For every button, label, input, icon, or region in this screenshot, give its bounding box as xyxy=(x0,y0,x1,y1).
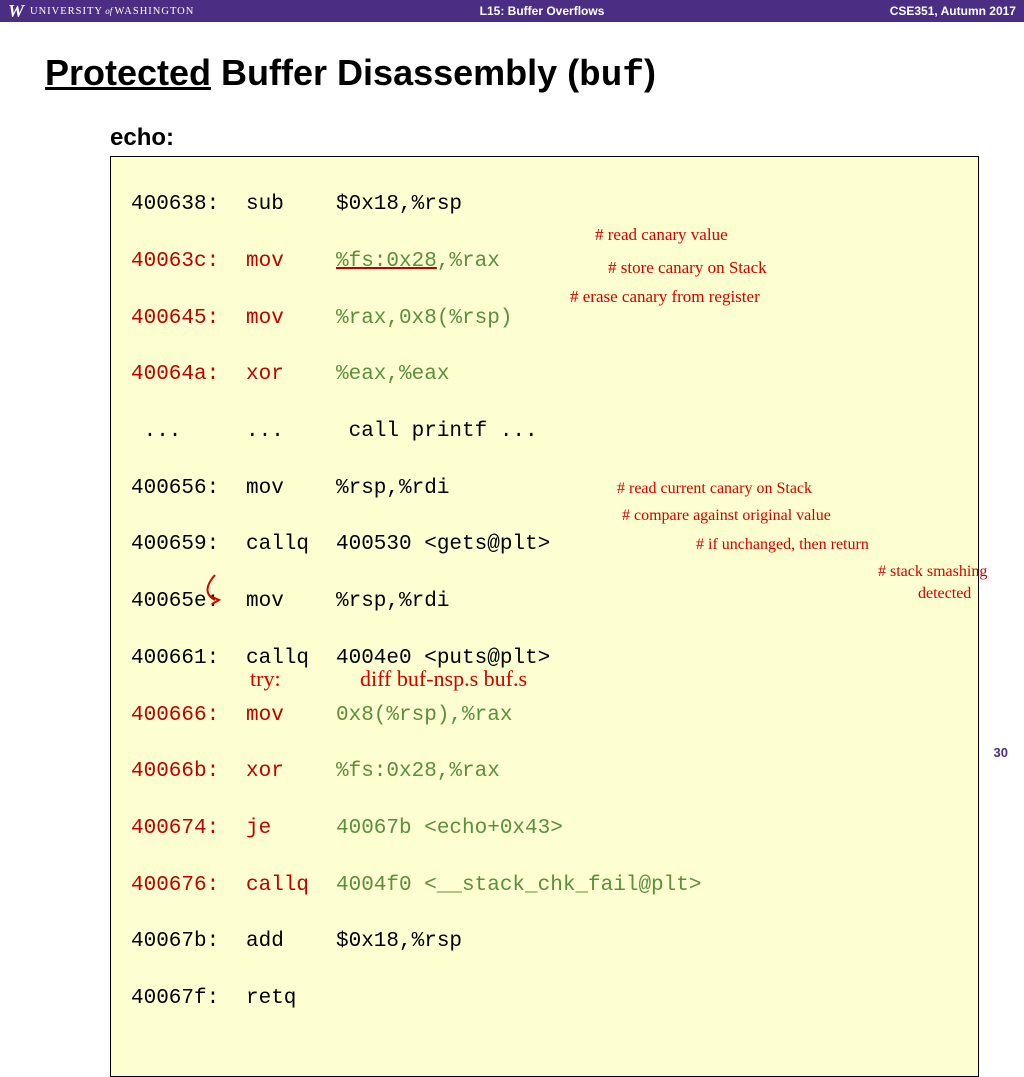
uw-w-logo: W xyxy=(8,1,24,22)
function-label: echo: xyxy=(110,124,979,152)
annotation-smash1: # stack smashing xyxy=(878,563,987,581)
title-part3: ) xyxy=(644,52,656,93)
asm-line: 40066b:xor%fs:0x28,%rax xyxy=(131,758,970,786)
course-term: CSE351, Autumn 2017 xyxy=(890,4,1016,18)
try-command: diff buf-nsp.s buf.s xyxy=(360,666,527,692)
annotation-smash2: detected xyxy=(918,585,971,603)
asm-line: 40064a:xor%eax,%eax xyxy=(131,361,970,389)
asm-line: 40065e:mov%rsp,%rdi xyxy=(131,588,970,616)
annotation-store-canary: # store canary on Stack xyxy=(608,258,767,278)
asm-line: ...... call printf ... xyxy=(131,418,970,446)
asm-line: 400676:callq4004f0 <__stack_chk_fail@plt… xyxy=(131,872,970,900)
asm-line: 40063c:mov%fs:0x28,%rax xyxy=(131,248,970,276)
university-of: of xyxy=(103,6,115,16)
annotation-compare: # compare against original value xyxy=(622,507,831,525)
slide-content: Protected Buffer Disassembly (buf) echo:… xyxy=(0,22,1024,1077)
annotation-erase-canary: # erase canary from register xyxy=(570,287,760,307)
page-title: Protected Buffer Disassembly (buf) xyxy=(45,52,979,96)
university-prefix: UNIVERSITY xyxy=(30,6,103,17)
asm-line: 400638:sub$0x18,%rsp xyxy=(131,191,970,219)
try-label: try: xyxy=(250,666,281,692)
asm-line: 40067f:retq xyxy=(131,985,970,1013)
title-mono: buf xyxy=(579,55,644,96)
title-part2: Buffer Disassembly ( xyxy=(211,52,579,93)
university-name: WASHINGTON xyxy=(115,6,195,17)
annotation-read-canary: # read canary value xyxy=(595,225,728,245)
annotation-if-unchanged: # if unchanged, then return xyxy=(696,536,869,554)
asm-line: 40067b:add$0x18,%rsp xyxy=(131,928,970,956)
annotation-read-current: # read current canary on Stack xyxy=(617,480,812,498)
asm-line: 400666:mov0x8(%rsp),%rax xyxy=(131,702,970,730)
slide-header: W UNIVERSITY of WASHINGTON L15: Buffer O… xyxy=(0,0,1024,22)
title-underlined: Protected xyxy=(45,52,211,93)
lecture-title: L15: Buffer Overflows xyxy=(480,4,605,18)
asm-line: 400656:mov%rsp,%rdi xyxy=(131,475,970,503)
header-left: W UNIVERSITY of WASHINGTON xyxy=(8,1,194,22)
page-number: 30 xyxy=(994,745,1008,760)
disassembly-box: 400638:sub$0x18,%rsp 40063c:mov%fs:0x28,… xyxy=(110,156,979,1077)
asm-line: 400674:je40067b <echo+0x43> xyxy=(131,815,970,843)
asm-line: 400645:mov%rax,0x8(%rsp) xyxy=(131,305,970,333)
